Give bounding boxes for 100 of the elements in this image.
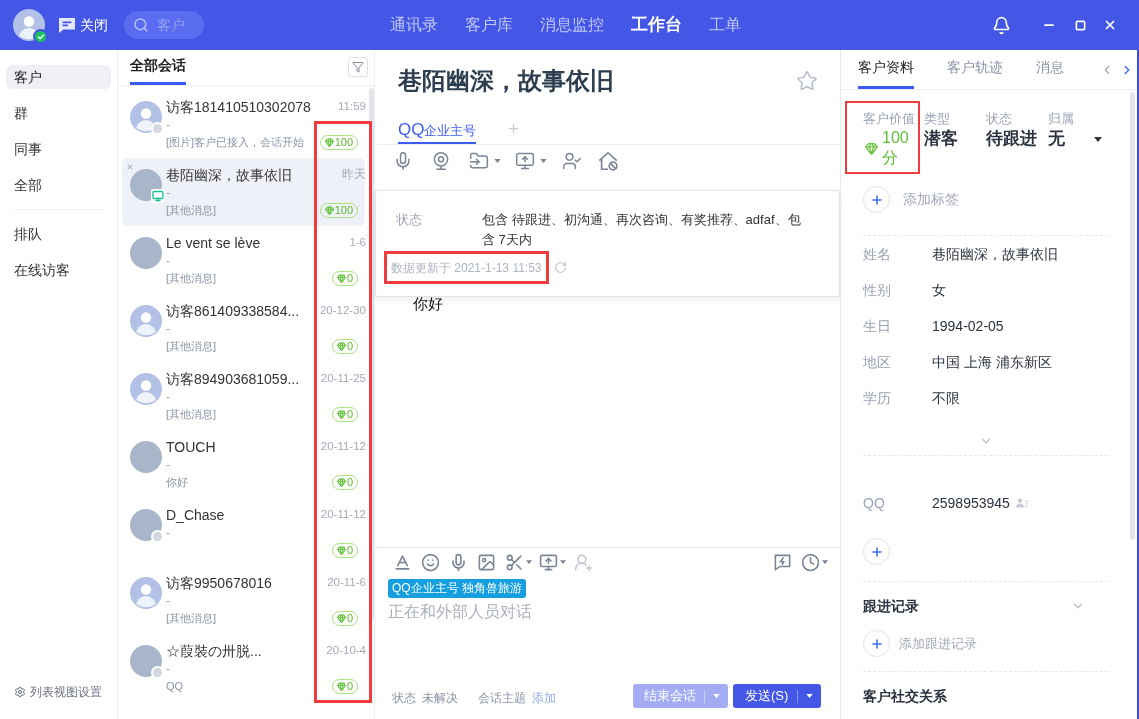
contact-subtitle: - [166,116,170,134]
message-preview: [图片]客户已接入，会话开始 [166,134,305,150]
gem-icon [336,273,346,283]
nav-tab[interactable]: 消息监控 [540,13,604,37]
list-view-settings-link[interactable]: 列表视图设置 [14,683,117,701]
sidebar-item[interactable]: 全部 [6,173,111,197]
search-field[interactable]: 客户 [124,11,204,39]
contact-name: Le vent se lève [166,233,261,253]
mic-icon[interactable] [449,552,468,572]
folder-arrow-icon[interactable] [468,151,490,171]
contact-subtitle: - [166,524,170,542]
user-check-icon[interactable] [561,151,583,171]
field-value: 中国 上海 浦东新区 [932,352,1052,372]
field-value: 巷陌幽深，故事依旧 [932,244,1058,264]
conversation-item[interactable]: 访客9950678016 20-11-6 - [其他消息] 0 [122,566,365,634]
field-label: 性别 [863,280,892,300]
contact-name: ☆葭裝の卅脱... [166,641,262,661]
contact-subtitle: - [166,660,170,678]
message-preview: 你好 [166,474,188,490]
contact-name: D_Chase [166,505,225,525]
font-icon[interactable] [393,552,412,572]
house-ban-icon[interactable] [597,150,619,172]
message-preview: QQ [166,678,184,694]
chat-title: 巷陌幽深，故事依旧 [398,66,614,96]
message-preview: [其他消息] [166,610,217,626]
sidebar-item[interactable]: 排队 [6,222,111,246]
field-value: 2598953945 [932,493,1010,513]
emoji-icon[interactable] [421,552,440,572]
value-text: 100 [334,135,353,149]
value-text: 0 [346,679,353,693]
conversation-item[interactable]: ☆葭裝の卅脱... 20-10-4 - QQ 0 [122,634,365,702]
mic-icon[interactable] [393,151,413,171]
scrollbar[interactable] [369,88,374,620]
sidebar-item[interactable]: 客户 [6,65,111,89]
summary-label: 状态 [986,110,1012,128]
scissors-icon[interactable] [505,552,524,572]
message-input[interactable]: 正在和外部人员对话 [388,601,822,665]
nav-tab[interactable]: 客户库 [465,13,513,37]
message-time: 昨天 [342,167,366,183]
screen-icon[interactable] [539,552,558,572]
user-avatar-icon [13,9,45,41]
sidebar-item[interactable]: 同事 [6,137,111,161]
value-text: 0 [346,271,353,285]
message-time: 20-11-6 [327,575,366,591]
webcam-icon[interactable] [431,151,451,171]
maximize-icon[interactable] [1075,19,1086,31]
message-preview: [其他消息] [166,270,217,286]
filter-icon[interactable] [348,57,368,77]
channel-tab[interactable]: QQ企业主号 [398,119,477,144]
conversation-item[interactable]: Le vent se lève 1-6 - [其他消息] 0 [122,226,365,294]
owner-select[interactable]: 无 [1048,128,1104,150]
nav-tab[interactable]: 通讯录 [390,13,438,37]
settings-icon [14,686,26,698]
lightning-message-icon[interactable] [773,552,792,572]
field-label: 学历 [863,388,892,408]
summary-value: 潜客 [924,128,959,150]
clock-icon[interactable] [801,552,820,572]
gem-icon [336,613,346,623]
conversation-tab[interactable]: 全部会话 [130,55,186,85]
conversation-item[interactable]: D_Chase 20-11-12 - 0 [122,498,365,566]
panel-tab[interactable]: 客户资料 [858,49,914,89]
conversation-item[interactable]: 访客894903681059... 20-11-25 - [其他消息] 0 [122,362,365,430]
send-button[interactable]: 发送(S) [733,684,821,708]
contact-name: TOUCH [166,437,216,457]
field-value: 女 [932,280,946,300]
section-title: 跟进记录 [863,596,919,616]
close-button[interactable]: 关闭 [58,11,108,39]
sidebar-item[interactable]: 在线访客 [6,258,111,282]
field-value: 1994-02-05 [932,316,1004,336]
gem-icon [336,545,346,555]
conversation-item[interactable]: 访客181410510302078 11:59 - [图片]客户已接入，会话开始 100 [122,90,365,158]
contact-name: 访客9950678016 [166,573,272,593]
notification-bell-icon[interactable] [992,15,1011,35]
message-time: 20-11-12 [320,507,366,523]
status-label: 状态 [392,690,416,707]
gem-icon [865,141,878,155]
customer-value: 100 分 [882,128,910,168]
gem-icon [324,205,334,215]
conversation-item[interactable]: TOUCH 20-11-12 - 你好 0 [122,430,365,498]
contact-subtitle: - [166,252,170,270]
scrollbar[interactable] [1130,92,1135,540]
image-icon[interactable] [477,552,496,572]
section-title: 客户社交关系 [863,686,947,706]
close-icon[interactable] [1103,18,1117,32]
nav-tab[interactable]: 工作台 [631,12,682,38]
message-time: 1-6 [349,235,366,251]
value-text: 100 [334,203,353,217]
caret-icon[interactable] [1094,136,1102,142]
sidebar-item[interactable]: 群 [6,101,111,125]
gem-icon [324,137,334,147]
screen-icon[interactable] [514,151,536,171]
nav-tab[interactable]: 工单 [709,13,741,37]
conversation-item[interactable]: 访客861409338584... 20-12-30 - [其他消息] 0 [122,294,365,362]
message-preview: [其他消息] [166,338,217,354]
summary-label: 类型 [924,110,950,128]
star-icon[interactable] [796,70,818,92]
contact-subtitle: - [166,592,170,610]
caret-icon[interactable] [806,694,813,698]
conversation-item[interactable]: 巷陌幽深，故事依旧 昨天 - [其他消息] 100 [122,158,365,226]
search-icon [133,17,149,33]
